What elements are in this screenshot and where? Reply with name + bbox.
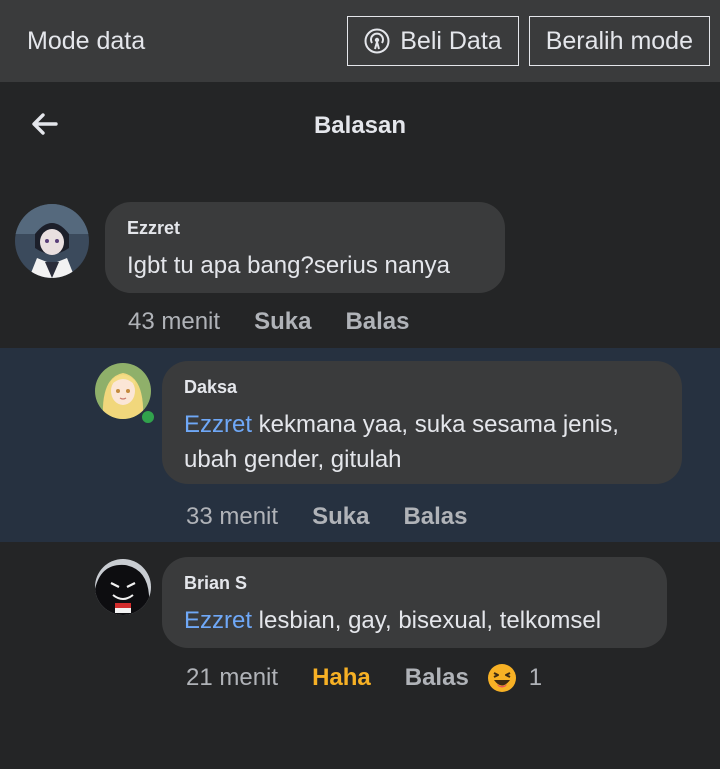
switch-mode-label: Beralih mode	[545, 26, 693, 55]
mention-link[interactable]: Ezzret	[184, 607, 252, 634]
data-mode-banner: Mode data Beli Data Beralih mode	[0, 0, 720, 82]
comment-time: 43 menit	[128, 308, 221, 335]
mention-link[interactable]: Ezzret	[184, 411, 252, 438]
haha-reaction-button[interactable]: Haha	[312, 664, 371, 692]
comment-author[interactable]: Brian S	[184, 573, 645, 594]
reaction-count: 1	[528, 664, 543, 691]
reply-button[interactable]: Balas	[403, 503, 467, 531]
comment-body: Igbt tu apa bang?serius nanya	[127, 252, 450, 279]
replies-header: Balasan	[0, 82, 720, 172]
avatar[interactable]	[95, 559, 151, 615]
reply-button[interactable]: Balas	[405, 664, 469, 692]
comment-item: Ezzret Igbt tu apa bang?serius nanya 43 …	[0, 172, 720, 348]
buy-data-label: Beli Data	[400, 26, 502, 55]
like-button[interactable]: Suka	[312, 503, 369, 531]
switch-mode-button[interactable]: Beralih mode	[528, 16, 710, 66]
comment-author[interactable]: Daksa	[184, 377, 660, 398]
comment-bubble: Daksa Ezzret kekmana yaa, suka sesama je…	[162, 361, 682, 484]
page-title: Balasan	[313, 112, 407, 139]
data-mode-label: Mode data	[27, 26, 146, 55]
comment-time: 33 menit	[186, 503, 279, 530]
comment-text: Igbt tu apa bang?serius nanya	[127, 248, 483, 283]
comment-item: Brian S Ezzret lesbian, gay, bisexual, t…	[0, 542, 720, 769]
like-button[interactable]: Suka	[254, 308, 311, 336]
avatar[interactable]	[15, 204, 89, 278]
comment-bubble: Brian S Ezzret lesbian, gay, bisexual, t…	[162, 557, 667, 648]
comment-actions: 21 menit Haha Balas 1	[186, 663, 542, 693]
laughing-emoji-icon	[487, 663, 517, 693]
comment-bubble: Ezzret Igbt tu apa bang?serius nanya	[105, 202, 505, 293]
online-status-icon	[140, 409, 156, 425]
comment-item: Daksa Ezzret kekmana yaa, suka sesama je…	[0, 348, 720, 542]
comment-body: lesbian, gay, bisexual, telkomsel	[252, 607, 602, 634]
reaction-summary[interactable]: 1	[487, 663, 542, 693]
comment-author[interactable]: Ezzret	[127, 218, 483, 239]
comment-text: Ezzret kekmana yaa, suka sesama jenis, u…	[184, 407, 660, 477]
reply-button[interactable]: Balas	[345, 308, 409, 336]
broadcast-icon	[364, 28, 390, 54]
comment-actions: 43 menit Suka Balas	[128, 308, 443, 336]
comment-time: 21 menit	[186, 664, 279, 691]
comment-text: Ezzret lesbian, gay, bisexual, telkomsel	[184, 603, 645, 638]
comment-actions: 33 menit Suka Balas	[186, 503, 501, 531]
buy-data-button[interactable]: Beli Data	[347, 16, 519, 66]
